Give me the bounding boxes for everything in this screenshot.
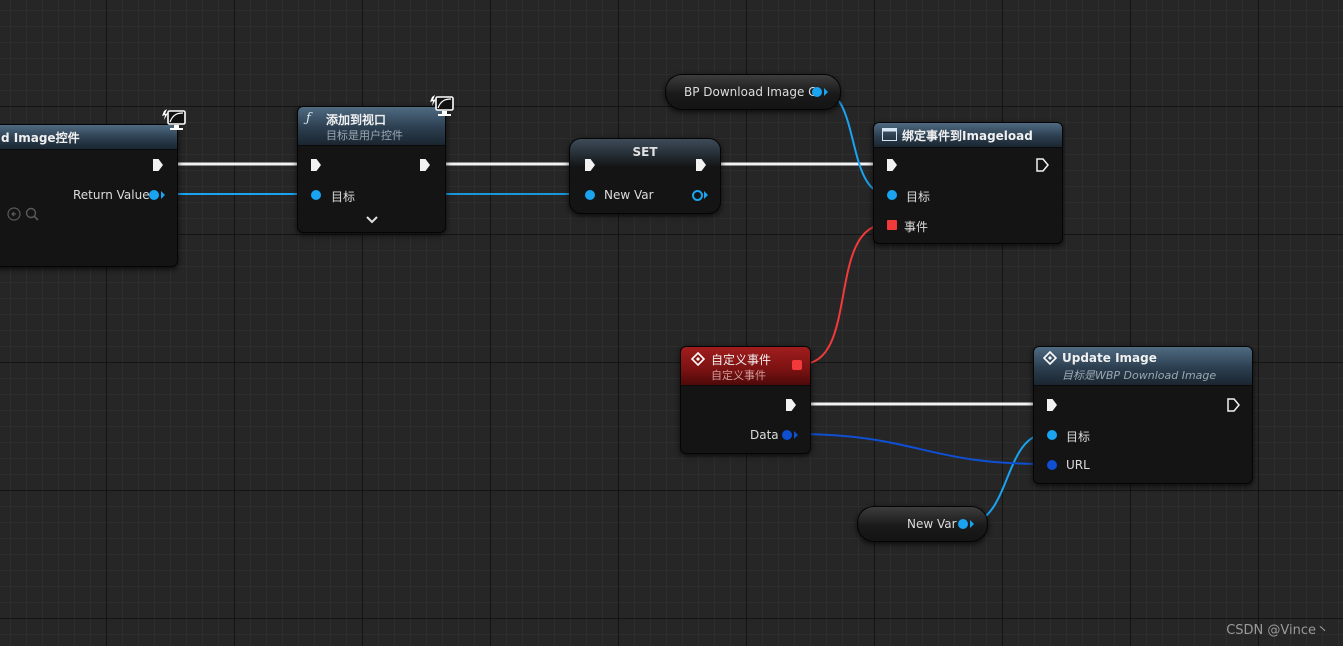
new-var-getter-out-arrow xyxy=(970,520,974,528)
back-arrow-icon[interactable] xyxy=(7,207,21,221)
add-to-viewport-subtitle: 目标是用户控件 xyxy=(326,129,403,142)
return-value-pin[interactable] xyxy=(149,190,159,200)
client-only-monitor-icon-2 xyxy=(430,95,454,116)
update-image-target-label: 目标 xyxy=(1066,430,1091,444)
delegate-wire-event-to-bind xyxy=(801,223,888,365)
set-new-var-in-pin[interactable] xyxy=(585,190,595,200)
bind-event-delegate-pin[interactable] xyxy=(887,220,897,230)
custom-event-data-pin[interactable] xyxy=(782,430,792,440)
custom-event-data-arrow xyxy=(794,431,798,439)
bind-event-header: 绑定事件到Imageload xyxy=(874,123,1062,148)
event-diamond-icon xyxy=(691,352,705,366)
custom-event-title: 自定义事件 xyxy=(711,353,772,367)
update-image-url-label: URL xyxy=(1066,458,1090,472)
bind-event-target-pin[interactable] xyxy=(887,190,897,200)
new-var-getter-node[interactable]: New Var xyxy=(857,506,988,542)
set-new-var-out-arrow xyxy=(704,191,708,199)
add-to-viewport-exec-in-pin[interactable] xyxy=(311,159,321,171)
add-to-viewport-exec-out-pin[interactable] xyxy=(420,159,430,171)
update-image-header: Update Image 目标是WBP Download Image xyxy=(1034,347,1252,386)
create-widget-exec-out-pin[interactable] xyxy=(153,159,163,171)
add-to-viewport-target-pin[interactable] xyxy=(311,190,321,200)
update-image-target-pin[interactable] xyxy=(1047,430,1057,440)
update-image-title: Update Image xyxy=(1062,351,1157,365)
add-to-viewport-node[interactable]: ƒ 添加到视口 目标是用户控件 目标 xyxy=(297,106,446,233)
custom-event-delegate-out-pin[interactable] xyxy=(792,360,802,370)
create-widget-header: d Image控件 xyxy=(0,125,177,150)
bp-download-image-out-pin[interactable] xyxy=(812,87,822,97)
bp-download-image-variable-node[interactable]: BP Download Image C xyxy=(665,74,841,110)
custom-event-header: 自定义事件 自定义事件 xyxy=(681,347,810,386)
update-image-exec-in-pin[interactable] xyxy=(1047,399,1057,411)
custom-event-data-label: Data xyxy=(750,428,779,442)
add-to-viewport-target-label: 目标 xyxy=(331,190,356,204)
function-icon: ƒ xyxy=(306,111,311,126)
custom-event-subtitle: 自定义事件 xyxy=(711,369,766,382)
custom-event-node[interactable]: 自定义事件 自定义事件 Data xyxy=(680,346,811,454)
set-new-var-label: New Var xyxy=(604,188,654,202)
bp-download-image-out-arrow xyxy=(824,88,828,96)
custom-event-exec-out-pin[interactable] xyxy=(786,399,796,411)
add-to-viewport-header: ƒ 添加到视口 目标是用户控件 xyxy=(298,107,445,146)
create-widget-node[interactable]: d Image控件 Return Value xyxy=(0,124,178,267)
set-node[interactable]: SET New Var xyxy=(569,138,721,214)
client-only-monitor-icon xyxy=(162,109,186,130)
create-widget-title: d Image控件 xyxy=(1,131,80,145)
chevron-down-icon[interactable] xyxy=(366,216,378,224)
bp-download-image-label: BP Download Image C xyxy=(684,85,817,99)
new-var-getter-label: New Var xyxy=(907,517,957,531)
event-dispatcher-icon xyxy=(882,128,897,141)
bind-event-title: 绑定事件到Imageload xyxy=(902,129,1033,143)
search-icon[interactable] xyxy=(25,207,39,221)
update-image-node[interactable]: Update Image 目标是WBP Download Image 目标 UR… xyxy=(1033,346,1253,484)
string-wire-data-to-url xyxy=(791,433,1047,465)
bind-event-exec-in-pin[interactable] xyxy=(887,159,897,171)
event-diamond-icon-2 xyxy=(1043,351,1057,365)
add-to-viewport-title: 添加到视口 xyxy=(326,113,387,127)
update-image-exec-out-pin[interactable] xyxy=(1227,398,1241,412)
update-image-url-pin[interactable] xyxy=(1047,460,1057,470)
watermark: CSDN @Vince丶 xyxy=(1226,623,1329,638)
return-value-label: Return Value xyxy=(73,188,150,202)
update-image-subtitle: 目标是WBP Download Image xyxy=(1062,369,1217,382)
return-value-pin-arrow xyxy=(161,191,165,199)
bind-event-exec-out-pin[interactable] xyxy=(1036,158,1050,172)
set-new-var-out-pin[interactable] xyxy=(692,190,703,201)
bind-event-event-label: 事件 xyxy=(904,220,929,234)
set-node-title: SET xyxy=(632,145,658,159)
new-var-getter-out-pin[interactable] xyxy=(958,519,968,529)
bind-event-target-label: 目标 xyxy=(906,190,931,204)
bind-event-node[interactable]: 绑定事件到Imageload 目标 事件 xyxy=(873,122,1063,244)
